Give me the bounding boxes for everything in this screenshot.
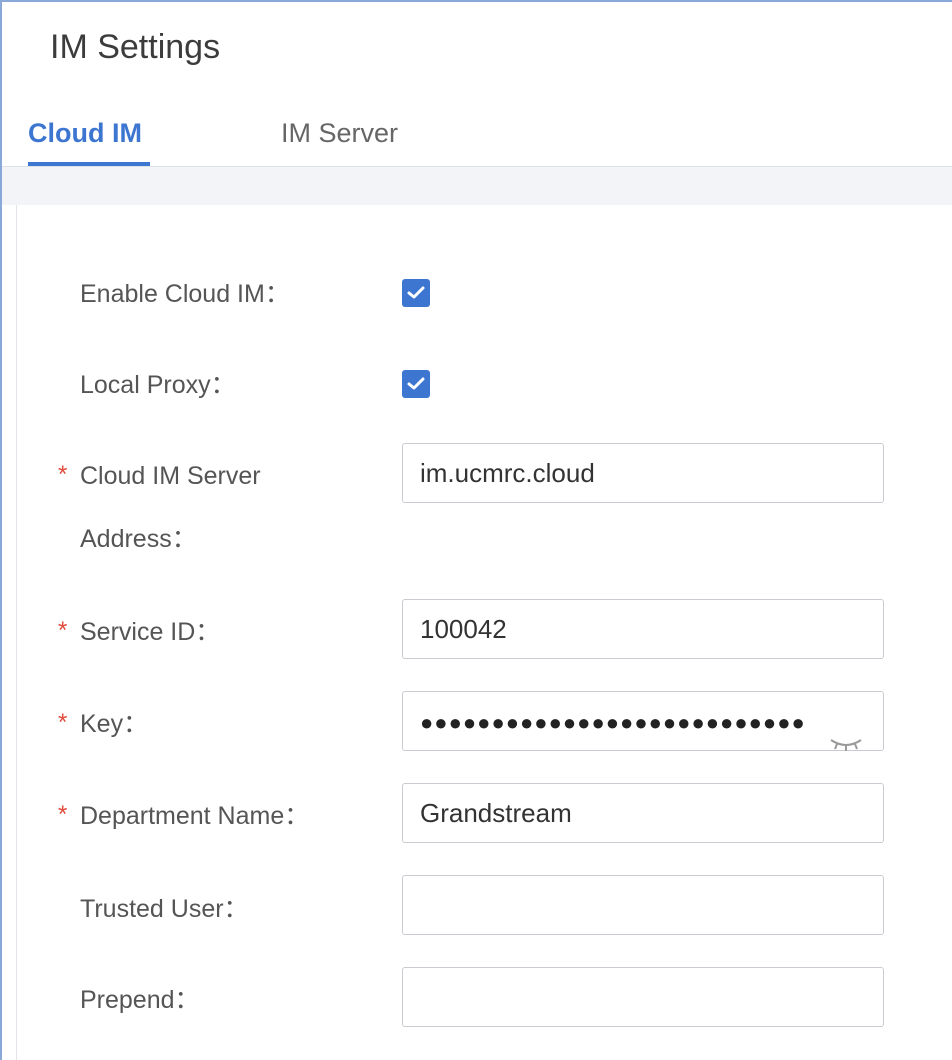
key-masked-value: ●●●●●●●●●●●●●●●●●●●●●●●●●●● bbox=[420, 710, 806, 735]
cloud-im-server-label: Cloud IM Server bbox=[80, 462, 261, 490]
trusted-user-input[interactable] bbox=[402, 875, 884, 935]
enable-cloud-im-label: Enable Cloud IM： bbox=[80, 280, 290, 308]
prepend-label: Prepend： bbox=[80, 986, 200, 1014]
required-mark: * bbox=[58, 461, 68, 488]
service-id-label: Service ID： bbox=[80, 618, 221, 646]
check-icon bbox=[407, 286, 425, 299]
tab-cloud-im[interactable]: Cloud IM bbox=[28, 118, 142, 149]
cloud-im-server-label-cont: Address： bbox=[80, 525, 197, 553]
page-title: IM Settings bbox=[50, 28, 221, 66]
tab-im-server[interactable]: IM Server bbox=[281, 118, 398, 149]
section-band bbox=[2, 167, 952, 205]
local-proxy-checkbox[interactable] bbox=[402, 370, 430, 398]
eye-closed-icon[interactable] bbox=[829, 714, 863, 772]
required-mark: * bbox=[58, 801, 68, 828]
key-label: Key： bbox=[80, 710, 149, 738]
check-icon bbox=[407, 377, 425, 390]
page-header: IM Settings bbox=[2, 2, 952, 166]
enable-cloud-im-checkbox[interactable] bbox=[402, 279, 430, 307]
department-name-input[interactable]: Grandstream bbox=[402, 783, 884, 843]
cloud-im-server-address-input[interactable]: im.ucmrc.cloud bbox=[402, 443, 884, 503]
local-proxy-label: Local Proxy： bbox=[80, 371, 236, 399]
required-mark: * bbox=[58, 617, 68, 644]
trusted-user-label: Trusted User： bbox=[80, 895, 249, 923]
prepend-input[interactable] bbox=[402, 967, 884, 1027]
department-name-label: Department Name： bbox=[80, 802, 310, 830]
service-id-input[interactable]: 100042 bbox=[402, 599, 884, 659]
required-mark: * bbox=[58, 709, 68, 736]
key-password-input[interactable]: ●●●●●●●●●●●●●●●●●●●●●●●●●●● bbox=[402, 691, 884, 751]
